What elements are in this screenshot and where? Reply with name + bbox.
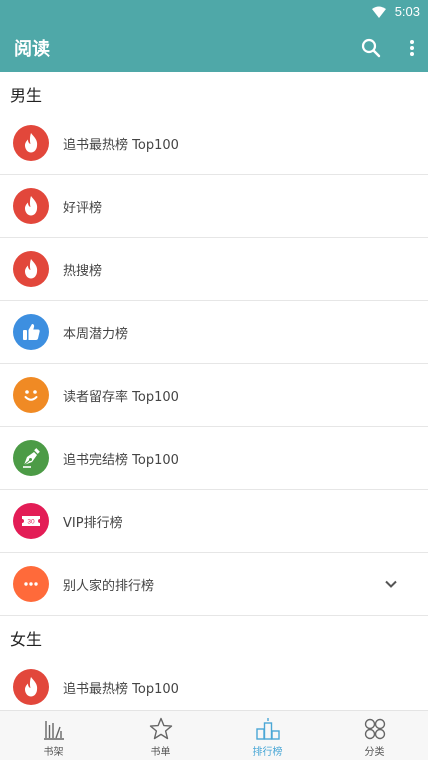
list-item[interactable]: 本周潜力榜 — [0, 301, 428, 364]
list-item[interactable]: 读者留存率 Top100 — [0, 364, 428, 427]
section-title-female: 女生 — [10, 630, 43, 649]
list-item[interactable]: 30 VIP排行榜 — [0, 490, 428, 553]
more-vert-icon[interactable] — [408, 37, 416, 59]
nav-booklist[interactable]: 书单 — [107, 711, 214, 760]
list-item[interactable]: 追书最热榜 Top100 — [0, 112, 428, 175]
chevron-down-icon[interactable] — [384, 577, 398, 591]
list-item-label: 追书最热榜 Top100 — [63, 138, 179, 153]
list-item-label: VIP排行榜 — [63, 516, 123, 531]
bookshelf-icon — [43, 721, 64, 740]
wifi-icon — [372, 6, 386, 18]
nav-label: 分类 — [364, 747, 385, 758]
list-item[interactable]: 追书最热榜 Top100 — [0, 656, 428, 710]
category-icon — [364, 718, 385, 740]
list-item-label: 追书完结榜 Top100 — [63, 453, 179, 468]
list-item[interactable]: 好评榜 — [0, 175, 428, 238]
list-item-label: 读者留存率 Top100 — [63, 390, 179, 405]
bottom-nav: 书架 书单 排行榜 分类 — [0, 710, 428, 760]
nav-label: 书架 — [43, 747, 64, 758]
smiley-icon — [13, 377, 49, 413]
search-icon[interactable] — [360, 37, 382, 59]
flame-icon — [13, 125, 49, 161]
list-item[interactable]: 追书完结榜 Top100 — [0, 427, 428, 490]
more-dots-icon — [13, 566, 49, 602]
page-title: 阅读 — [14, 39, 50, 60]
list-item-label: 热搜榜 — [63, 264, 103, 279]
nav-bookshelf[interactable]: 书架 — [0, 711, 107, 760]
section-title-male: 男生 — [10, 86, 43, 105]
flame-icon — [13, 188, 49, 224]
ticket-icon: 30 — [13, 503, 49, 539]
nav-label: 书单 — [150, 747, 171, 758]
nav-label: 排行榜 — [252, 747, 283, 758]
list-item[interactable]: 热搜榜 — [0, 238, 428, 301]
list-item-expandable[interactable]: 别人家的排行榜 — [0, 553, 428, 616]
status-time: 5:03 — [394, 4, 420, 19]
thumbs-up-icon — [13, 314, 49, 350]
list-item-label: 别人家的排行榜 — [63, 579, 155, 594]
star-icon — [149, 717, 172, 740]
ranking-list[interactable]: 男生 追书最热榜 Top100 好评榜 热搜榜 本周潜力榜 读者留存率 Top1… — [0, 72, 428, 710]
ranking-icon — [255, 718, 280, 740]
status-bar: 5:03 — [0, 0, 428, 24]
list-item-label: 好评榜 — [63, 201, 103, 216]
nav-ranking[interactable]: 排行榜 — [214, 711, 321, 760]
flame-icon — [13, 669, 49, 705]
nav-category[interactable]: 分类 — [321, 711, 428, 760]
pen-nib-icon — [13, 440, 49, 476]
app-bar: 阅读 — [0, 24, 428, 72]
list-item-label: 本周潜力榜 — [63, 327, 129, 342]
flame-icon — [13, 251, 49, 287]
list-item-label: 追书最热榜 Top100 — [63, 682, 179, 697]
ticket-value: 30 — [27, 519, 35, 526]
